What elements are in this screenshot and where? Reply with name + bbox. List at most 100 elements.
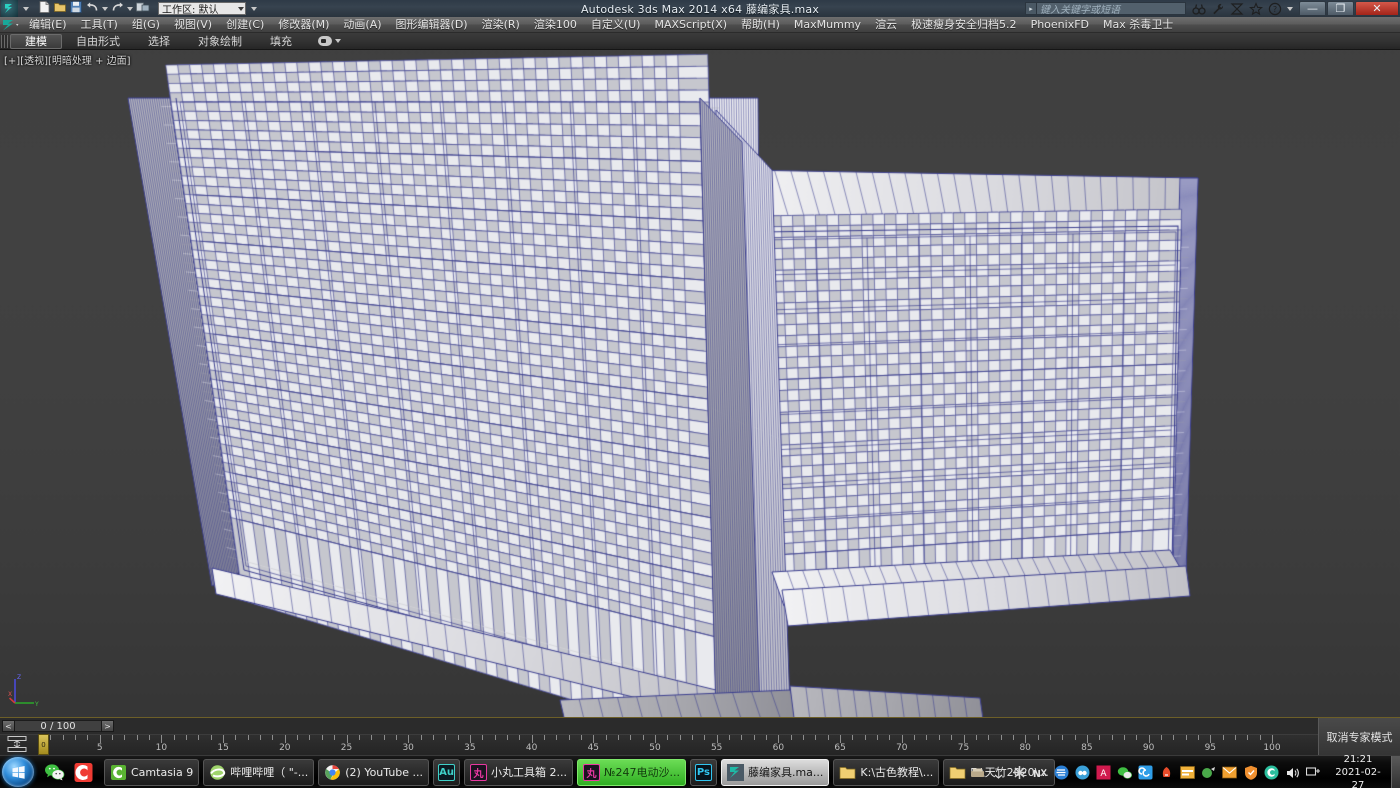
- frame-field[interactable]: < 0 / 100 >: [2, 720, 114, 732]
- netease-icon[interactable]: [1075, 765, 1090, 780]
- quick-access-toolbar: 工作区: 默认: [23, 1, 257, 16]
- redo-icon[interactable]: [110, 0, 125, 17]
- search-dropdown-arrow[interactable]: ▸: [1025, 2, 1036, 15]
- menu-item-8[interactable]: 渲染(R): [475, 17, 527, 33]
- set-project-icon[interactable]: [135, 0, 151, 17]
- wrench-icon[interactable]: [1211, 2, 1225, 16]
- task-button-bilibili[interactable]: 哔哩哔哩（ "-...: [203, 759, 314, 786]
- menu-item-10[interactable]: 自定义(U): [584, 17, 648, 33]
- app-menu-caret-icon[interactable]: [23, 7, 29, 11]
- wechat-work-icon[interactable]: [1138, 765, 1153, 780]
- window-icon[interactable]: [1180, 765, 1195, 780]
- mouse-settings-icon[interactable]: [1012, 765, 1027, 780]
- ribbon-tab-4[interactable]: 填充: [256, 34, 306, 49]
- new-file-icon[interactable]: [37, 0, 51, 17]
- undo-icon[interactable]: [85, 0, 100, 17]
- ruler-tick: [334, 735, 335, 740]
- ruler-tick: [791, 735, 792, 740]
- wechat-tray-icon[interactable]: [1117, 765, 1132, 780]
- ribbon-tab-2[interactable]: 选择: [134, 34, 184, 49]
- close-button[interactable]: ✕: [1355, 1, 1399, 16]
- security-icon[interactable]: [1243, 765, 1258, 780]
- menu-item-4[interactable]: 创建(C): [219, 17, 271, 33]
- menu-item-12[interactable]: 帮助(H): [734, 17, 787, 33]
- app-red-icon[interactable]: A: [1096, 765, 1111, 780]
- menu-item-15[interactable]: 极速瘦身安全归档5.2: [904, 17, 1024, 33]
- workspace-selector[interactable]: 工作区: 默认: [158, 2, 246, 15]
- ruler-tick: [1136, 735, 1137, 740]
- task-button-photoshop[interactable]: Ps: [690, 759, 717, 786]
- help-dropdown-caret[interactable]: [1287, 7, 1293, 11]
- menu-item-0[interactable]: 编辑(E): [22, 17, 74, 33]
- prev-frame-button[interactable]: <: [2, 720, 15, 732]
- viewport-label[interactable]: [+][透视][明暗处理 + 边面]: [4, 52, 131, 67]
- menu-item-9[interactable]: 渲染100: [527, 17, 584, 33]
- save-icon[interactable]: [69, 0, 83, 17]
- viewport-3d-canvas[interactable]: [0, 50, 1400, 717]
- ribbon-tab-0[interactable]: 建模: [10, 34, 62, 49]
- menu-item-6[interactable]: 动画(A): [336, 17, 388, 33]
- open-file-icon[interactable]: [53, 0, 67, 17]
- viewport-perspective[interactable]: [+][透视][明暗处理 + 边面] Z X Y: [0, 50, 1400, 717]
- menu-item-13[interactable]: MaxMummy: [787, 17, 868, 33]
- nvidia-icon[interactable]: N: [1033, 765, 1048, 780]
- wechat-icon[interactable]: [43, 761, 65, 783]
- task-button-audition[interactable]: Au: [433, 759, 460, 786]
- volume-icon[interactable]: [1285, 765, 1300, 780]
- gizmo-icon[interactable]: [1230, 2, 1244, 16]
- menu-item-1[interactable]: 工具(T): [74, 17, 125, 33]
- youdao-icon[interactable]: [1159, 765, 1174, 780]
- workspace-menu-icon[interactable]: [251, 7, 257, 11]
- ruler-tick: [408, 735, 409, 743]
- explorer-icon[interactable]: [1264, 765, 1279, 780]
- start-button[interactable]: [2, 757, 34, 787]
- task-button-maruko-toolbox[interactable]: 丸 小丸工具箱 2...: [464, 759, 573, 786]
- expert-mode-button[interactable]: 取消专家模式: [1318, 718, 1400, 756]
- scanner-icon[interactable]: [970, 765, 985, 780]
- menu-item-14[interactable]: 渲云: [868, 17, 904, 33]
- svg-text:ᵍ: ᵍ: [995, 767, 998, 774]
- max-logo-icon[interactable]: [0, 17, 22, 33]
- minimize-button[interactable]: —: [1299, 1, 1326, 16]
- task-button-folder-k[interactable]: K:\古色教程\...: [833, 759, 939, 786]
- menu-item-5[interactable]: 修改器(M): [271, 17, 336, 33]
- ribbon-drag-handle[interactable]: [1, 35, 8, 48]
- current-frame-display[interactable]: 0 / 100: [15, 720, 101, 732]
- task-button-encoding-job[interactable]: 丸 №247电动沙...: [577, 759, 686, 786]
- taskbar-clock[interactable]: 21:21 2021-02-27: [1329, 753, 1387, 788]
- ribbon-tab-1[interactable]: 自由形式: [62, 34, 134, 49]
- ruler-tick: [729, 735, 730, 740]
- binoculars-icon[interactable]: [1192, 2, 1206, 16]
- key-filter-icon[interactable]: [6, 735, 28, 753]
- menu-item-17[interactable]: Max 杀毒卫士: [1096, 17, 1180, 33]
- timeline-ruler[interactable]: 5101520253035404550556065707580859095100: [0, 734, 1400, 756]
- help-icon[interactable]: ?: [1268, 2, 1282, 16]
- menu-item-2[interactable]: 组(G): [125, 17, 167, 33]
- menu-item-16[interactable]: PhoenixFD: [1024, 17, 1096, 33]
- maximize-button[interactable]: ❐: [1327, 1, 1354, 16]
- mail-icon[interactable]: [1222, 765, 1237, 780]
- ruler-tick: [1223, 735, 1224, 740]
- redo-caret-icon[interactable]: [127, 7, 133, 11]
- search-input[interactable]: 键入关键字或短语: [1036, 2, 1186, 15]
- camtasia-icon[interactable]: [72, 761, 94, 783]
- workspace-caret-icon[interactable]: [238, 7, 244, 11]
- ribbon-toggle-button[interactable]: [318, 36, 341, 46]
- undo-caret-icon[interactable]: [102, 7, 108, 11]
- menu-item-7[interactable]: 图形编辑器(D): [389, 17, 475, 33]
- next-frame-button[interactable]: >: [101, 720, 114, 732]
- star-icon[interactable]: [1249, 2, 1263, 16]
- network-icon[interactable]: [1306, 765, 1321, 780]
- xunlei-icon[interactable]: [1054, 765, 1069, 780]
- task-button-camtasia[interactable]: Camtasia 9: [104, 759, 199, 786]
- time-slider-handle[interactable]: 0: [38, 734, 49, 755]
- show-desktop-button[interactable]: [1391, 756, 1400, 788]
- ruler-tick: [359, 735, 360, 740]
- task-button-youtube[interactable]: (2) YouTube ...: [318, 759, 429, 786]
- expand-tray-icon[interactable]: ᵍ: [991, 765, 1006, 780]
- menu-item-3[interactable]: 视图(V): [167, 17, 219, 33]
- ribbon-tab-3[interactable]: 对象绘制: [184, 34, 256, 49]
- task-button-3dsmax[interactable]: 藤编家具.ma...: [721, 759, 829, 786]
- sogou-icon[interactable]: [1201, 765, 1216, 780]
- menu-item-11[interactable]: MAXScript(X): [647, 17, 734, 33]
